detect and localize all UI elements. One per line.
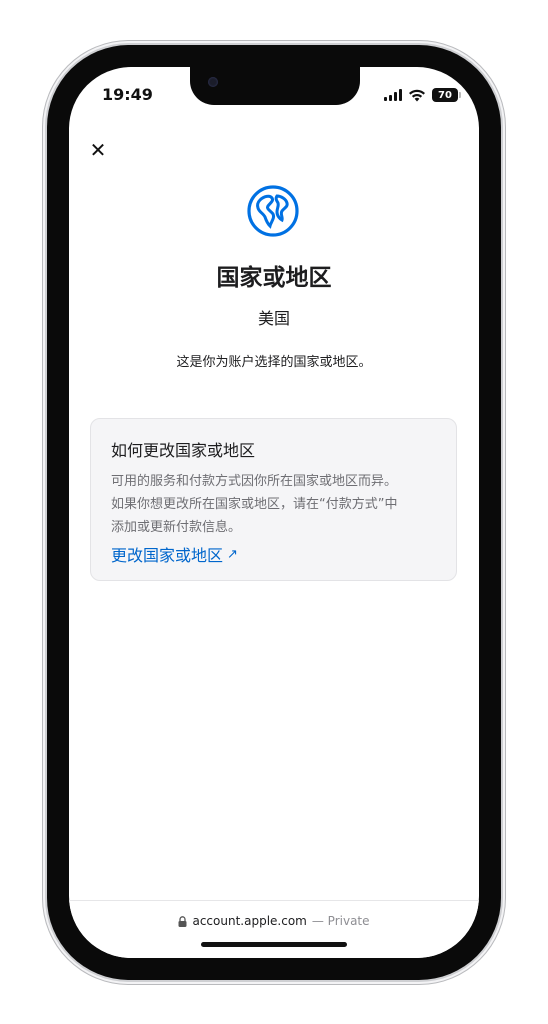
battery-level: 70: [438, 89, 452, 101]
url-domain: account.apple.com: [192, 914, 307, 928]
card-body: 可用的服务和付款方式因你所在国家或地区而异。 如果你想更改所在国家或地区，请在“…: [111, 470, 436, 539]
cellular-signal-icon: [384, 89, 402, 101]
card-body-line: 如果你想更改所在国家或地区，请在“付款方式”中: [111, 497, 398, 512]
card-title: 如何更改国家或地区: [111, 441, 256, 460]
change-country-link[interactable]: 更改国家或地区 ↗: [111, 542, 238, 566]
card-body-line: 可用的服务和付款方式因你所在国家或地区而异。: [111, 474, 398, 489]
phone-screen: 19:49 70 ✕ 国家或地区 美国 这是你为账户选择的国家或地区。 如何更改…: [69, 67, 479, 958]
selected-country: 美国: [257, 309, 290, 328]
external-arrow-icon: ↗: [227, 546, 238, 562]
globe-icon: [247, 185, 299, 237]
status-indicators: 70: [384, 87, 461, 103]
camera: [208, 77, 218, 87]
home-indicator[interactable]: [201, 942, 347, 947]
card-body-line: 添加或更新付款信息。: [111, 520, 242, 535]
lock-icon: [178, 915, 187, 927]
close-icon: ✕: [89, 138, 107, 162]
url-row[interactable]: account.apple.com — Private: [69, 914, 479, 928]
page-description: 这是你为账户选择的国家或地区。: [176, 355, 372, 370]
page-title: 国家或地区: [216, 265, 332, 291]
wifi-icon: [409, 89, 425, 102]
private-label: — Private: [311, 914, 370, 928]
info-card: 如何更改国家或地区 可用的服务和付款方式因你所在国家或地区而异。 如果你想更改所…: [90, 418, 457, 581]
battery-icon: 70: [432, 88, 461, 102]
change-country-link-label: 更改国家或地区: [111, 546, 224, 565]
close-button[interactable]: ✕: [87, 138, 109, 162]
notch: [190, 67, 360, 105]
address-bar[interactable]: account.apple.com — Private: [69, 900, 479, 958]
status-time: 19:49: [102, 85, 153, 104]
